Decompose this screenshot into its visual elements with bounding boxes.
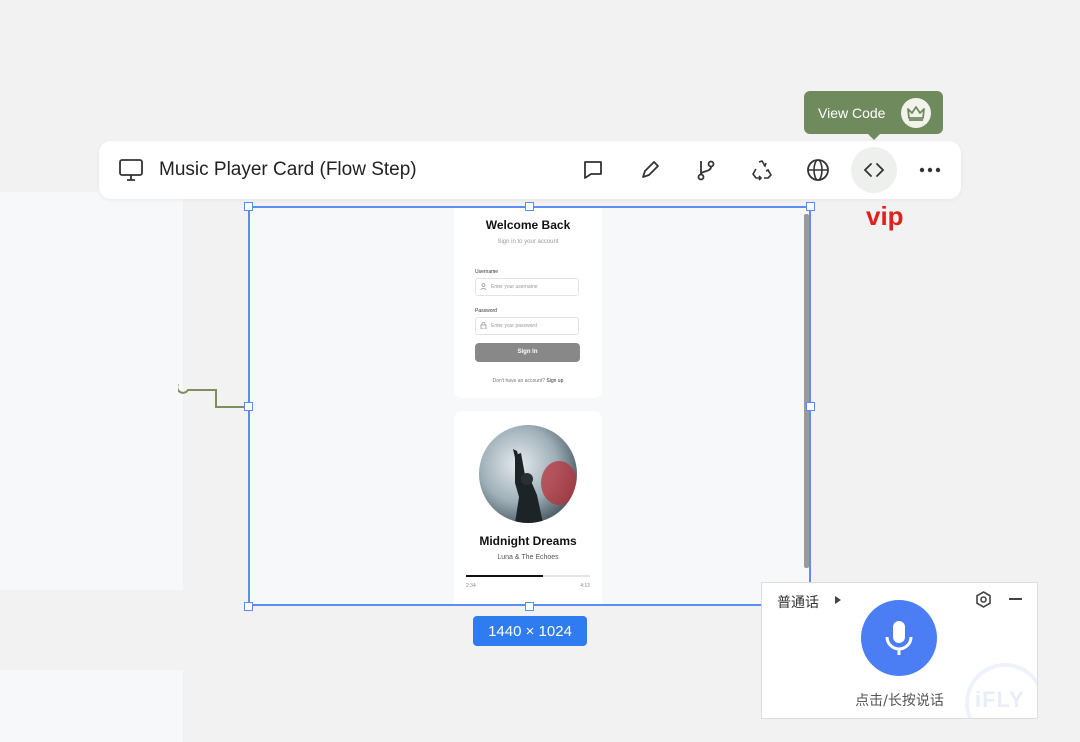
resize-handle-n[interactable] (525, 202, 534, 211)
recycle-button[interactable] (739, 147, 785, 193)
microphone-button[interactable] (861, 600, 937, 676)
pencil-icon (642, 161, 659, 178)
code-icon (863, 163, 885, 177)
song-title: Midnight Dreams (479, 534, 577, 548)
edit-button[interactable] (627, 147, 673, 193)
album-art (479, 425, 577, 523)
lock-icon (480, 322, 487, 329)
signup-text: Don't have an account? (492, 378, 546, 384)
view-code-tooltip: View Code (804, 91, 943, 140)
microphone-icon (885, 621, 913, 655)
artist-name: Luna & The Echoes (497, 554, 559, 561)
password-field[interactable]: Enter your password (475, 317, 579, 335)
node-title: Music Player Card (Flow Step) (159, 159, 417, 180)
node-toolbar: Music Player Card (Flow Step) (99, 141, 961, 199)
resize-handle-ne[interactable] (806, 202, 815, 211)
signup-link[interactable]: Sign up (546, 378, 563, 384)
resize-handle-s[interactable] (525, 602, 534, 611)
recycle-icon (752, 160, 772, 181)
comment-button[interactable] (570, 147, 616, 193)
more-button[interactable] (907, 147, 953, 193)
progress-bar[interactable] (466, 575, 590, 577)
sign-in-button[interactable]: Sign In (475, 343, 580, 362)
signup-prompt: Don't have an account? Sign up (454, 378, 602, 384)
login-title: Welcome Back (485, 218, 571, 232)
tooltip-label: View Code (818, 104, 886, 121)
voice-hint: 点击/长按说话 (855, 693, 944, 709)
more-icon (919, 167, 941, 173)
selected-frame[interactable]: Welcome Back Sign in to your account Use… (248, 206, 811, 606)
left-panel (0, 192, 183, 590)
password-label: Password (475, 308, 497, 314)
crown-icon (901, 98, 931, 128)
username-field[interactable]: Enter your username (475, 278, 579, 296)
total-time: 4:12 (580, 583, 590, 589)
resize-handle-w[interactable] (244, 402, 253, 411)
username-placeholder: Enter your username (491, 284, 538, 290)
resize-handle-sw[interactable] (244, 602, 253, 611)
resize-handle-e[interactable] (806, 402, 815, 411)
branch-button[interactable] (683, 147, 729, 193)
language-selector[interactable]: 普通话 (777, 592, 819, 612)
globe-icon (807, 159, 829, 181)
view-code-button[interactable] (851, 147, 897, 193)
left-panel-lower (0, 670, 183, 742)
password-placeholder: Enter your password (491, 323, 537, 329)
voice-input-widget: 普通话 iFLY 点击/长按说话 (761, 582, 1038, 719)
flow-connector (178, 384, 248, 408)
resize-handle-nw[interactable] (244, 202, 253, 211)
frame-scrollbar[interactable] (804, 214, 809, 568)
settings-icon[interactable] (975, 591, 992, 608)
login-card: Welcome Back Sign in to your account Use… (454, 208, 602, 398)
vip-label: vip (866, 201, 904, 231)
comment-icon (584, 161, 602, 179)
username-label: Username (475, 269, 499, 275)
triangle-right-icon[interactable] (834, 595, 842, 605)
globe-button[interactable] (795, 147, 841, 193)
progress-fill (466, 575, 543, 577)
frame-size-badge: 1440 × 1024 (473, 616, 587, 646)
current-time: 2:34 (466, 583, 476, 589)
music-player-card: Midnight Dreams Luna & The Echoes 2:34 4… (454, 411, 602, 604)
user-icon (480, 283, 487, 290)
login-subtitle: Sign in to your account (497, 239, 559, 245)
minimize-button[interactable] (1009, 598, 1022, 600)
branch-icon (697, 160, 715, 181)
monitor-icon (119, 159, 143, 186)
